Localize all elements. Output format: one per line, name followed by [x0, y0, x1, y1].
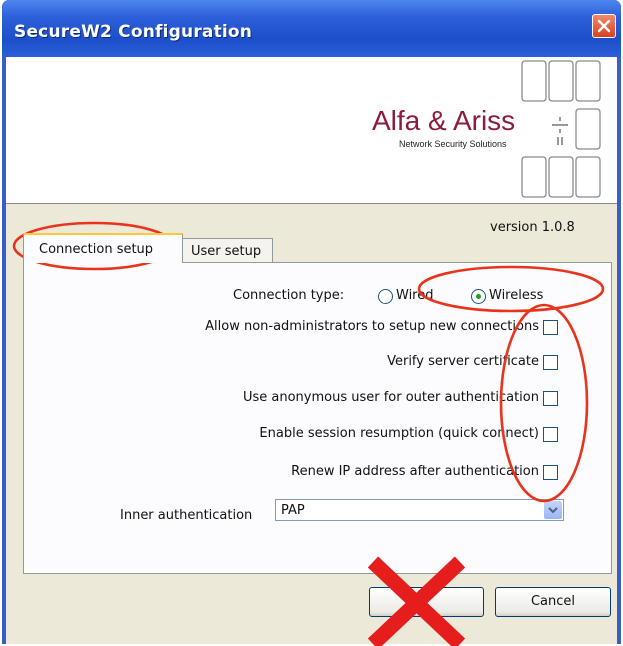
- window-title: SecureW2 Configuration: [14, 22, 253, 42]
- dropdown-arrow-icon[interactable]: [544, 501, 562, 519]
- option-label-anonymous-user: Use anonymous user for outer authenticat…: [242, 390, 539, 405]
- tab-user-setup[interactable]: User setup: [182, 238, 273, 263]
- allow-non-admins-checkbox[interactable]: [543, 320, 558, 335]
- inner-auth-value: PAP: [281, 503, 305, 518]
- connection-type-label: Connection type:: [233, 288, 345, 303]
- wired-radio-label[interactable]: Wired: [396, 288, 434, 303]
- inner-auth-select[interactable]: PAP: [275, 499, 564, 521]
- wireless-radio-label[interactable]: Wireless: [489, 288, 543, 303]
- option-label-allow-non-admins: Allow non-administrators to setup new co…: [205, 319, 539, 334]
- config-window: SecureW2 Configuration Alfa & Ariss Netw…: [2, 0, 621, 644]
- anonymous-user-checkbox[interactable]: [543, 391, 558, 406]
- verify-certificate-checkbox[interactable]: [543, 355, 558, 370]
- wireless-radio[interactable]: [471, 289, 486, 304]
- brand-name: Alfa & Ariss: [372, 105, 516, 136]
- brand-tagline: Network Security Solutions: [399, 139, 507, 149]
- ok-button[interactable]: [369, 587, 484, 617]
- renew-ip-checkbox[interactable]: [543, 465, 558, 480]
- close-icon: [597, 19, 611, 33]
- cancel-button[interactable]: Cancel: [495, 587, 611, 617]
- inner-auth-label: Inner authentication: [120, 508, 253, 523]
- close-button[interactable]: [592, 14, 616, 38]
- connection-setup-panel: Connection type: Wired Wireless Allow no…: [23, 262, 612, 574]
- dialog-body: Alfa & Ariss Network Security Solutions …: [6, 57, 617, 644]
- option-label-session-resumption: Enable session resumption (quick connect…: [259, 426, 539, 441]
- title-bar[interactable]: SecureW2 Configuration: [2, 0, 621, 57]
- version-label: version 1.0.8: [490, 220, 575, 235]
- option-label-verify-certificate: Verify server certificate: [387, 354, 539, 369]
- logo-banner: Alfa & Ariss Network Security Solutions: [6, 57, 617, 204]
- logo-grid-icon: [521, 60, 601, 198]
- radio-selected-dot: [476, 294, 481, 299]
- tab-connection-setup[interactable]: Connection setup: [23, 233, 183, 263]
- session-resumption-checkbox[interactable]: [543, 427, 558, 442]
- option-label-renew-ip: Renew IP address after authentication: [291, 464, 539, 479]
- wired-radio[interactable]: [378, 289, 393, 304]
